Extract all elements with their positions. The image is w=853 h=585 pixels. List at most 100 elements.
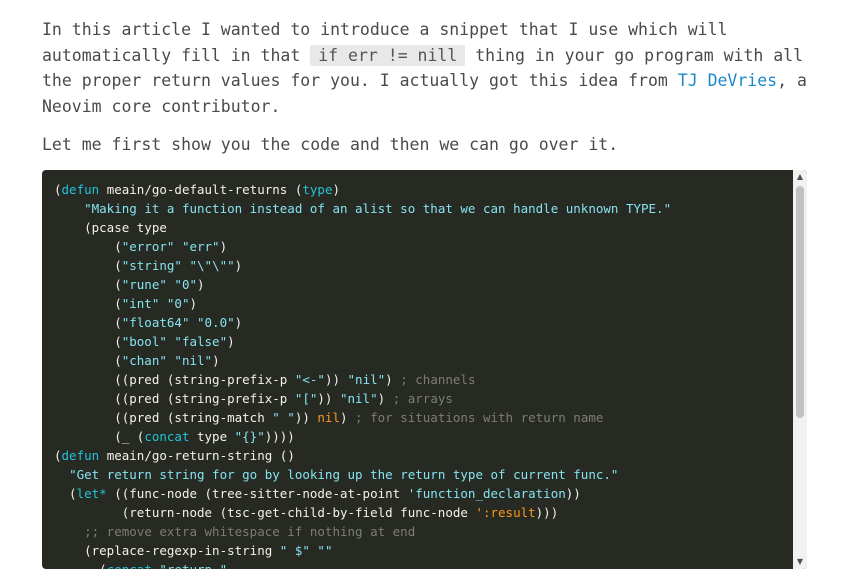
code-token: "false" — [174, 334, 228, 349]
code-token: ) — [377, 391, 393, 406]
code-token: ( — [54, 296, 122, 311]
code-content: (defun meain/go-default-returns (type) "… — [54, 180, 789, 569]
code-token: ; for situations with return name — [355, 410, 604, 425]
code-line: (pcase type — [54, 218, 789, 237]
code-token: ((pred (string-prefix-p — [54, 391, 295, 406]
code-token: ) — [332, 182, 341, 197]
code-token: "0.0" — [197, 315, 235, 330]
code-token: "nil" — [339, 391, 378, 406]
code-token: ((pred (string-match — [54, 410, 273, 425]
code-token: "return " — [159, 562, 227, 569]
code-line: ("float64" "0.0") — [54, 313, 789, 332]
code-line: ("chan" "nil") — [54, 351, 789, 370]
code-token: "Get return string for go by looking up … — [69, 467, 619, 482]
code-line: "Making it a function instead of an alis… — [54, 199, 789, 218]
code-token: type — [302, 182, 333, 197]
code-line: (replace-regexp-in-string " $" "" — [54, 541, 789, 560]
code-token: ( — [54, 334, 122, 349]
code-line: ("string" "\"\"") — [54, 256, 789, 275]
code-token: ( — [54, 239, 122, 254]
code-token: type — [189, 429, 235, 444]
intro-paragraph: In this article I wanted to introduce a … — [42, 17, 812, 119]
code-token: " " — [272, 410, 295, 425]
code-token: "0" — [166, 296, 190, 311]
code-scrollbar[interactable]: ▲ ▼ — [793, 170, 807, 569]
code-token: ) — [339, 410, 356, 425]
scroll-thumb[interactable] — [796, 186, 804, 418]
code-line: ("int" "0") — [54, 294, 789, 313]
code-token: "error" — [121, 239, 175, 254]
code-token: let* — [76, 486, 107, 501]
code-line: ((pred (string-match " ")) nil) ; for si… — [54, 408, 789, 427]
code-token: ((func-node (tree-sitter-node-at-point — [106, 486, 408, 501]
code-line: (_ (concat type "{}")))) — [54, 427, 789, 446]
code-token: ':result — [475, 505, 536, 520]
code-token: "0" — [174, 277, 197, 292]
code-line: "Get return string for go by looking up … — [54, 465, 789, 484]
code-token: (pcase type — [54, 220, 167, 235]
code-token: "string" — [121, 258, 182, 273]
code-intro-paragraph: Let me first show you the code and then … — [42, 135, 619, 154]
scroll-down-arrow-icon[interactable]: ▼ — [793, 555, 807, 569]
code-token: )))) — [264, 429, 295, 444]
code-token: "{}" — [234, 429, 265, 444]
code-token: ; channels — [400, 372, 476, 387]
code-line: ;; remove extra whitespace if nothing at… — [54, 522, 789, 541]
code-token: "bool" — [121, 334, 167, 349]
scroll-up-arrow-icon[interactable]: ▲ — [793, 170, 807, 184]
code-line: (concat "return " — [54, 560, 789, 569]
code-token: ( — [54, 277, 122, 292]
code-token: ; arrays — [392, 391, 453, 406]
code-token: ( — [54, 486, 77, 501]
code-token: )) — [565, 486, 581, 501]
code-token: "int" — [121, 296, 160, 311]
code-token: ) — [385, 372, 401, 387]
code-token: ;; remove extra whitespace if nothing at… — [84, 524, 416, 539]
code-token: concat — [144, 429, 190, 444]
code-token: 'function_declaration — [407, 486, 566, 501]
code-line: ("error" "err") — [54, 237, 789, 256]
code-line: ("bool" "false") — [54, 332, 789, 351]
code-token: ) — [212, 353, 220, 368]
code-token: concat — [107, 562, 152, 569]
tj-devries-link[interactable]: TJ DeVries — [678, 71, 777, 90]
code-token: ((pred (string-prefix-p — [54, 372, 295, 387]
code-token: (_ ( — [54, 429, 145, 444]
code-block[interactable]: (defun meain/go-default-returns (type) "… — [42, 170, 807, 569]
code-token: ) — [219, 239, 228, 254]
code-token: "\"\"" — [189, 258, 235, 273]
code-line: (let* ((func-node (tree-sitter-node-at-p… — [54, 484, 789, 503]
code-token: "<-" — [294, 372, 325, 387]
code-token: ))) — [535, 505, 559, 520]
code-token: nil — [317, 410, 340, 425]
code-token: ( — [54, 258, 122, 273]
code-line: (defun meain/go-default-returns (type) — [54, 180, 789, 199]
code-token: ) — [197, 277, 205, 292]
code-token: "chan" — [121, 353, 167, 368]
code-token: ( — [54, 562, 107, 569]
code-token: ) — [234, 258, 243, 273]
code-token: defun — [61, 448, 100, 463]
code-token: "nil" — [174, 353, 213, 368]
code-line: ("rune" "0") — [54, 275, 789, 294]
code-token: )) — [317, 391, 340, 406]
code-line: ((pred (string-prefix-p "<-")) "nil") ; … — [54, 370, 789, 389]
code-token: (return-node (tsc-get-child-by-field fun… — [54, 505, 476, 520]
code-token: ( — [54, 353, 122, 368]
code-token: meain/go-default-returns ( — [99, 182, 303, 197]
code-token: )) — [324, 372, 348, 387]
code-token: ( — [54, 315, 122, 330]
inline-code: if err != nill — [310, 44, 466, 66]
code-line: (return-node (tsc-get-child-by-field fun… — [54, 503, 789, 522]
code-token: defun — [61, 182, 100, 197]
code-token: "err" — [181, 239, 220, 254]
code-token: ( — [54, 182, 62, 197]
code-token: " $" — [279, 543, 310, 558]
code-token: (replace-regexp-in-string — [54, 543, 280, 558]
code-token: ) — [189, 296, 198, 311]
